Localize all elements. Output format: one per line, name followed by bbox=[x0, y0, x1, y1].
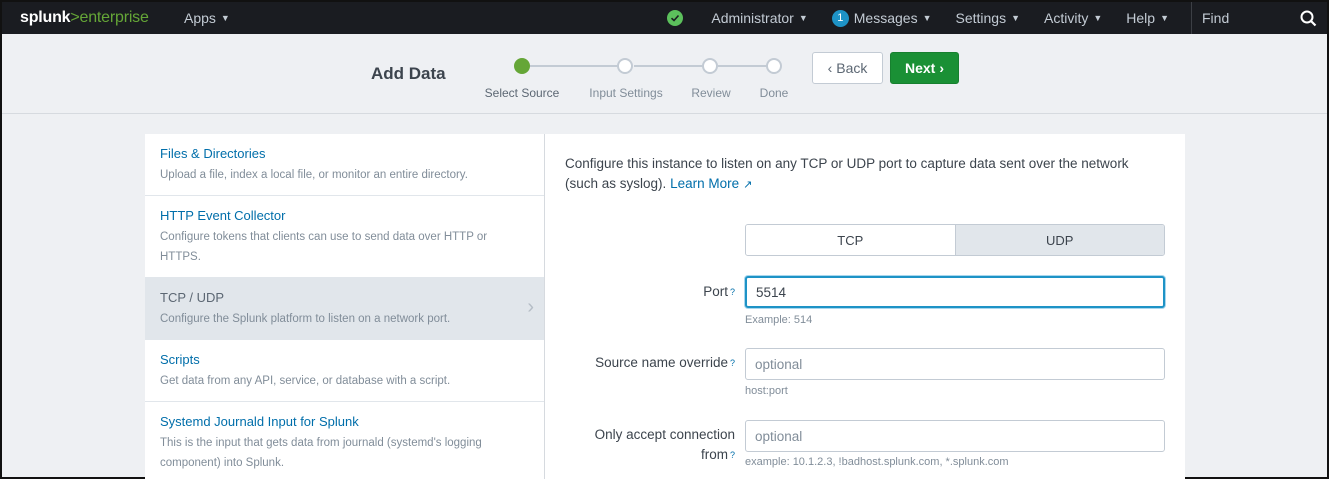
source-description: Upload a file, index a local file, or mo… bbox=[160, 169, 468, 181]
accept-connection-label: Only accept connection from? bbox=[594, 427, 735, 462]
input-settings-pane: Configure this instance to listen on any… bbox=[545, 134, 1185, 479]
step-connector bbox=[530, 65, 620, 67]
source-description: Get data from any API, service, or datab… bbox=[160, 375, 451, 387]
find-search-input[interactable]: Find bbox=[1191, 2, 1327, 34]
source-title[interactable]: Scripts bbox=[160, 352, 529, 367]
messages-count-badge: 1 bbox=[831, 9, 849, 27]
caret-down-icon: ▼ bbox=[798, 13, 808, 23]
top-navigation-bar: splunk>enterprise Apps ▼ Administrator ▼ 1… bbox=[2, 2, 1327, 34]
accept-connection-help-text: example: 10.1.2.3, !badhost.splunk.com, … bbox=[745, 456, 1009, 468]
port-help-text: Example: 514 bbox=[745, 314, 813, 326]
source-item-scripts[interactable]: Scripts Get data from any API, service, … bbox=[145, 340, 544, 402]
source-item-systemd-journald[interactable]: Systemd Journald Input for Splunk This i… bbox=[145, 402, 544, 479]
help-icon[interactable]: ? bbox=[730, 450, 735, 460]
source-list: Files & Directories Upload a file, index… bbox=[145, 134, 545, 479]
source-name-label: Source name override? bbox=[595, 355, 735, 370]
source-title[interactable]: Systemd Journald Input for Splunk bbox=[160, 414, 529, 429]
caret-down-icon: ▼ bbox=[220, 13, 230, 23]
help-icon[interactable]: ? bbox=[730, 287, 735, 297]
caret-down-icon: ▼ bbox=[1093, 13, 1103, 23]
chevron-right-icon: › bbox=[527, 296, 534, 318]
next-button[interactable]: Next › bbox=[890, 52, 959, 84]
source-title[interactable]: TCP / UDP bbox=[160, 290, 529, 305]
step-select-source-dot bbox=[514, 58, 530, 74]
udp-toggle-button[interactable]: UDP bbox=[955, 225, 1164, 255]
chevron-left-icon: ‹ bbox=[827, 60, 833, 76]
splunk-logo[interactable]: splunk>enterprise bbox=[2, 9, 172, 27]
step-label-select-source: Select Source bbox=[484, 86, 560, 100]
step-connector bbox=[718, 65, 768, 67]
step-done-dot bbox=[766, 58, 782, 74]
source-title[interactable]: Files & Directories bbox=[160, 146, 529, 161]
step-label-input-settings: Input Settings bbox=[589, 86, 663, 100]
step-input-settings-dot bbox=[617, 58, 633, 74]
learn-more-link[interactable]: Learn More bbox=[670, 176, 739, 191]
caret-down-icon: ▼ bbox=[922, 13, 932, 23]
source-description: Configure tokens that clients can use to… bbox=[160, 231, 488, 263]
caret-down-icon: ▼ bbox=[1160, 13, 1169, 23]
apps-menu[interactable]: Apps ▼ bbox=[172, 2, 242, 34]
user-menu[interactable]: Administrator ▼ bbox=[699, 2, 819, 34]
health-status-icon[interactable] bbox=[667, 10, 684, 26]
protocol-toggle: TCP UDP bbox=[745, 224, 1165, 256]
step-review-dot bbox=[702, 58, 718, 74]
source-title[interactable]: HTTP Event Collector bbox=[160, 208, 529, 223]
port-input[interactable] bbox=[745, 276, 1165, 308]
source-item-files-directories[interactable]: Files & Directories Upload a file, index… bbox=[145, 134, 544, 196]
tcp-toggle-button[interactable]: TCP bbox=[746, 225, 956, 255]
step-label-review: Review bbox=[691, 86, 731, 100]
chevron-right-icon: › bbox=[939, 60, 945, 76]
step-label-done: Done bbox=[759, 86, 789, 100]
source-item-http-event-collector[interactable]: HTTP Event Collector Configure tokens th… bbox=[145, 196, 544, 278]
page-title: Add Data bbox=[371, 64, 446, 83]
source-description: This is the input that gets data from jo… bbox=[160, 437, 482, 469]
caret-down-icon: ▼ bbox=[1011, 13, 1021, 23]
back-button[interactable]: ‹ Back bbox=[812, 52, 883, 84]
help-menu[interactable]: Help ▼ bbox=[1114, 2, 1181, 34]
accept-connection-input[interactable] bbox=[745, 420, 1165, 452]
wizard-stepper: Select Source Input Settings Review Done bbox=[482, 56, 802, 106]
activity-menu[interactable]: Activity ▼ bbox=[1032, 2, 1114, 34]
external-link-icon[interactable]: ↗ bbox=[743, 179, 752, 191]
settings-menu[interactable]: Settings ▼ bbox=[944, 2, 1033, 34]
source-item-tcp-udp[interactable]: TCP / UDP Configure the Splunk platform … bbox=[145, 278, 544, 340]
source-name-input[interactable] bbox=[745, 348, 1165, 380]
messages-menu[interactable]: 1 Messages ▼ bbox=[820, 2, 944, 34]
add-data-header: Add Data Select Source Input Settings Re… bbox=[2, 34, 1327, 114]
search-icon[interactable] bbox=[1300, 10, 1317, 27]
source-description: Configure the Splunk platform to listen … bbox=[160, 313, 451, 325]
help-icon[interactable]: ? bbox=[730, 358, 735, 368]
port-label: Port? bbox=[703, 284, 735, 299]
add-data-panel: Files & Directories Upload a file, index… bbox=[145, 134, 1185, 479]
step-connector bbox=[634, 65, 704, 67]
source-name-help-text: host:port bbox=[745, 385, 788, 397]
intro-text: Configure this instance to listen on any… bbox=[565, 156, 1129, 191]
